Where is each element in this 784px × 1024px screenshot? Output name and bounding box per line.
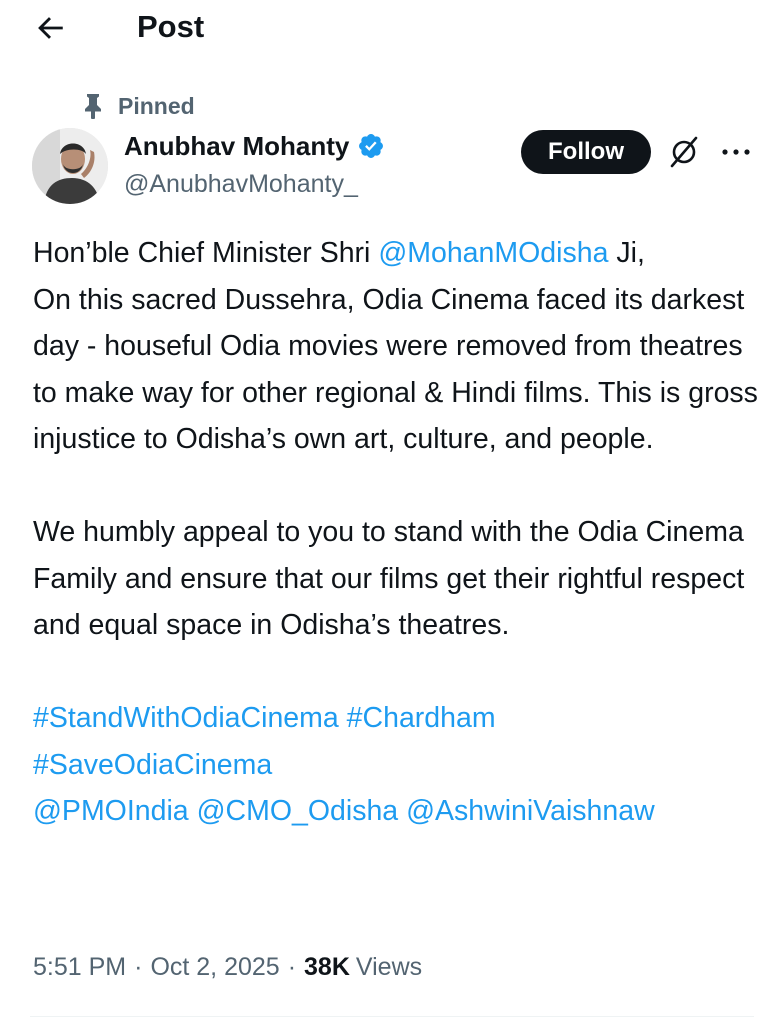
pin-icon — [85, 94, 101, 119]
hashtag-link[interactable]: #StandWithOdiaCinema — [33, 702, 339, 734]
author-handle[interactable]: @AnubhavMohanty_ — [124, 168, 358, 200]
hashtag-link[interactable]: #SaveOdiaCinema — [33, 749, 272, 781]
hashtag-link[interactable]: #Chardham — [347, 702, 496, 734]
top-bar: Post — [0, 0, 784, 56]
post-text-segment: Ji, — [608, 237, 645, 269]
mention-link[interactable]: @PMOIndia — [33, 795, 189, 827]
pinned-label: Pinned — [118, 92, 195, 119]
divider — [30, 1016, 754, 1017]
more-horizontal-icon — [722, 149, 750, 155]
author-name[interactable]: Anubhav Mohanty — [124, 129, 385, 163]
post-text-segment: Hon’ble Chief Minister Shri — [33, 237, 379, 269]
views-label: Views — [355, 953, 423, 981]
separator-dot: · — [287, 953, 297, 981]
post-paragraph-2: We humbly appeal to you to stand with th… — [33, 516, 745, 641]
pinned-indicator: Pinned — [82, 92, 195, 120]
follow-button[interactable]: Follow — [521, 130, 651, 174]
separator-dot: · — [134, 953, 143, 981]
post-date[interactable]: Oct 2, 2025 — [150, 950, 279, 984]
mention-link[interactable]: @CMO_Odisha — [197, 795, 399, 827]
views-count: 38K — [304, 953, 350, 981]
post-tags: #StandWithOdiaCinema #Chardham #SaveOdia… — [33, 695, 763, 835]
author-name-text: Anubhav Mohanty — [124, 131, 350, 161]
grok-icon — [670, 136, 698, 168]
back-button[interactable] — [30, 8, 70, 48]
mention-link[interactable]: @MohanMOdisha — [378, 237, 608, 269]
grok-button[interactable] — [664, 132, 704, 172]
arrow-left-icon — [38, 17, 63, 39]
avatar[interactable] — [32, 128, 108, 204]
post-paragraph-1: Hon’ble Chief Minister Shri @MohanMOdish… — [33, 230, 763, 463]
verified-badge-icon — [359, 134, 384, 158]
post-text: Hon’ble Chief Minister Shri @MohanMOdish… — [33, 230, 763, 835]
more-options-button[interactable] — [716, 132, 756, 172]
mention-link[interactable]: @AshwiniVaishnaw — [406, 795, 655, 827]
post-text-segment: On this sacred Dussehra, Odia Cinema fac… — [33, 283, 758, 456]
avatar-image — [32, 128, 108, 204]
page-title: Post — [137, 9, 205, 44]
post-time[interactable]: 5:51 PM — [33, 950, 126, 984]
post-metadata: 5:51 PM · Oct 2, 2025 · 38K Views — [33, 950, 422, 984]
